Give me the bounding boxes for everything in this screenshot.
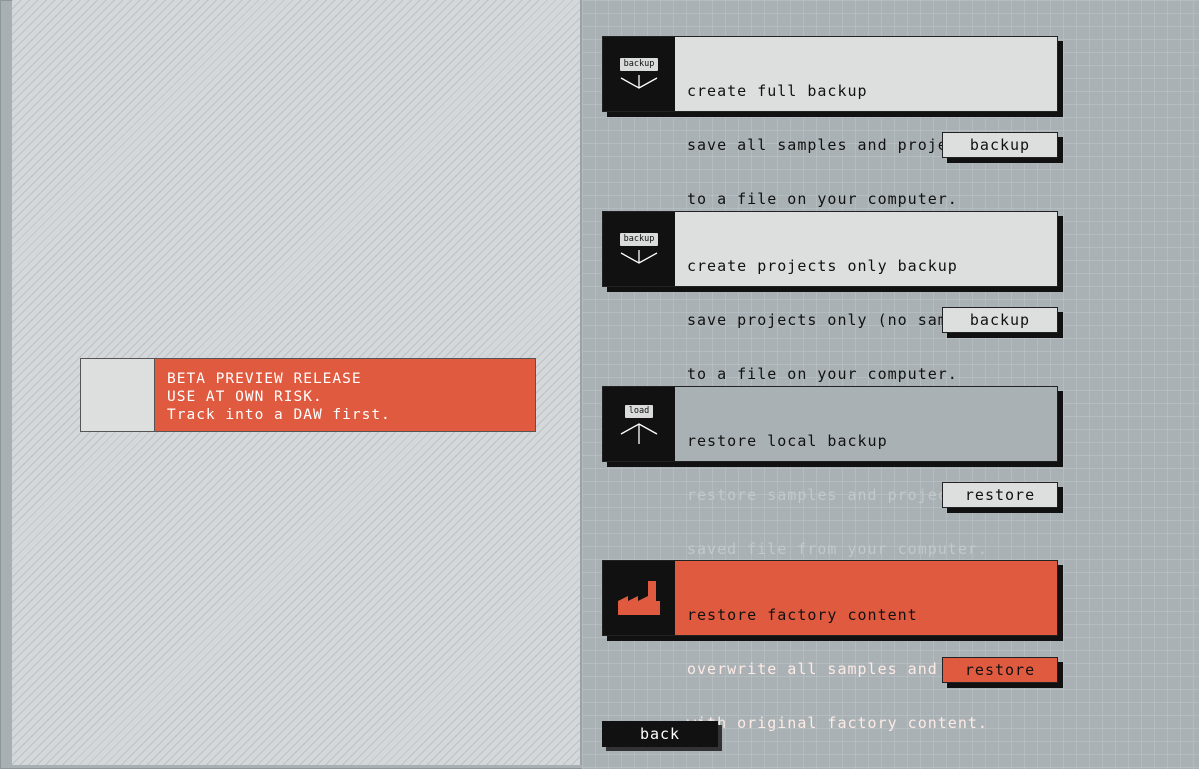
restore-local-text: restore local backup restore samples and…	[675, 387, 1057, 558]
notice-text: BETA PREVIEW RELEASE USE AT OWN RISK. Trac…	[155, 359, 535, 431]
card-title: create projects only backup	[687, 257, 958, 275]
notice-line-2: USE AT OWN RISK.	[167, 389, 323, 405]
back-button[interactable]: back	[602, 721, 718, 747]
backup-tag-label: backup	[619, 57, 659, 71]
card-desc-line-2: to a file on your computer.	[687, 190, 958, 208]
full-backup-button[interactable]: backup	[942, 132, 1058, 158]
download-arrow-icon	[620, 74, 658, 89]
card-title: restore local backup	[687, 432, 888, 450]
backup-tag-label: backup	[619, 232, 659, 246]
notice-line-1: BETA PREVIEW RELEASE	[167, 371, 362, 387]
notice-swatch	[81, 359, 155, 431]
restore-local-icon-block: load	[603, 387, 675, 461]
full-backup-card: backup create full backup save all sampl…	[602, 36, 1058, 208]
restore-factory-text: restore factory content overwrite all sa…	[675, 561, 1057, 732]
card-desc-line-2: saved file from your computer.	[687, 540, 988, 558]
restore-factory-button[interactable]: restore	[942, 657, 1058, 683]
restore-factory-icon-block	[603, 561, 675, 635]
download-arrow-icon	[620, 249, 658, 264]
projects-backup-button[interactable]: backup	[942, 307, 1058, 333]
projects-backup-text: create projects only backup save project…	[675, 212, 1057, 383]
upload-arrow-icon	[620, 422, 658, 444]
beta-notice: BETA PREVIEW RELEASE USE AT OWN RISK. Trac…	[80, 358, 536, 432]
load-tag-label: load	[624, 404, 654, 418]
card-desc-line-2: to a file on your computer.	[687, 365, 958, 383]
notice-line-3: Track into a DAW first.	[167, 407, 391, 423]
card-desc-line-2: with original factory content.	[687, 714, 988, 732]
full-backup-icon-block: backup	[603, 37, 675, 111]
restore-local-card: load restore local backup restore sample…	[602, 386, 1058, 558]
card-title: restore factory content	[687, 606, 918, 624]
factory-icon	[618, 581, 660, 615]
full-backup-text: create full backup save all samples and …	[675, 37, 1057, 208]
card-title: create full backup	[687, 82, 868, 100]
projects-backup-icon-block: backup	[603, 212, 675, 286]
restore-factory-card: restore factory content overwrite all sa…	[602, 560, 1058, 732]
projects-backup-card: backup create projects only backup save …	[602, 211, 1058, 383]
restore-local-button[interactable]: restore	[942, 482, 1058, 508]
